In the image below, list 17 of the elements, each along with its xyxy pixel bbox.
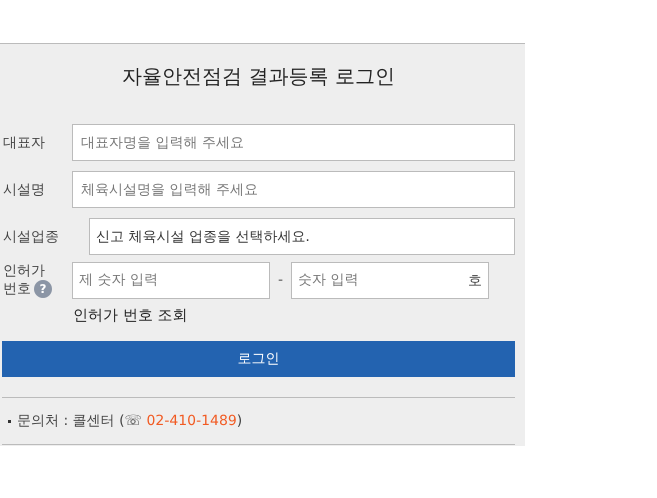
lookup-link[interactable]: 인허가 번호 조회 xyxy=(73,306,188,325)
field-label: 대표자 xyxy=(2,134,46,152)
field-label: 시설업종 xyxy=(2,228,60,246)
field-label: 번호 xyxy=(2,280,31,298)
field-label: 시설명 xyxy=(2,180,46,198)
field-label: 인허가 xyxy=(2,262,46,280)
select-field[interactable]: 신고 체육시설 업종을 선택하세요. xyxy=(89,218,515,255)
input-field[interactable]: 체육시설명을 입력해 주세요 xyxy=(72,171,515,208)
input-field[interactable]: 제 숫자 입력 xyxy=(72,262,270,298)
suffix-label: 호 xyxy=(468,272,482,290)
login-button[interactable]: 로그인 xyxy=(2,341,515,377)
separator: - xyxy=(276,272,284,288)
contact-text: 문의처 : 콜센터 (☏ 02-410-1489) xyxy=(17,412,242,430)
input-field[interactable]: 대표자명을 입력해 주세요 xyxy=(72,124,515,161)
page-title: 자율안전점검 결과등록 로그인 xyxy=(121,63,396,90)
help-icon[interactable]: ? xyxy=(34,280,52,298)
bullet-icon xyxy=(8,420,11,422)
